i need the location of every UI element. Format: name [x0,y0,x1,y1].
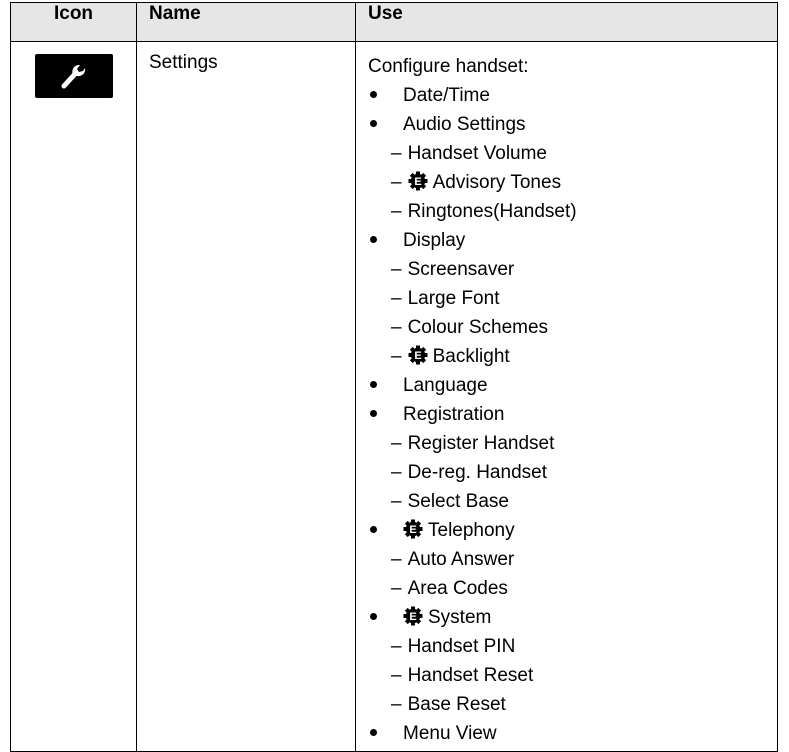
item-label: Colour Schemes [407,317,549,338]
table-row: Settings Configure handset: Date/Time Aud… [10,41,778,752]
dash-marker: – [391,259,402,280]
dash-marker: – [391,346,402,367]
settings-table: Icon Name Use Settings Configure handset… [10,2,778,752]
sub-item: – De-reg. Handset [368,458,777,487]
sub-item: – E Backlight [368,342,777,371]
item-label: Ringtones(Handset) [407,201,577,222]
item-label: Audio Settings [403,114,526,135]
dash-marker: – [391,694,402,715]
item-label: Date/Time [403,85,490,106]
name-cell: Settings [136,41,356,752]
bullet-icon [368,81,403,110]
sub-item: – Screensaver [368,255,777,284]
bullet-item: Date/Time [368,81,777,110]
use-cell: Configure handset: Date/Time Audio Settin… [355,41,778,752]
sub-item: – E Advisory Tones [368,168,777,197]
item-label: Large Font [407,288,500,309]
item-label: System [428,607,492,628]
sub-item: – Area Codes [368,574,777,603]
sub-item: – Auto Answer [368,545,777,574]
svg-text:E: E [409,524,416,536]
header-icon: Icon [10,2,137,42]
dash-marker: – [391,433,402,454]
item-label: Telephony [428,520,515,541]
sub-item: – Register Handset [368,429,777,458]
dash-marker: – [391,578,402,599]
bullet-icon [368,400,403,429]
dash-marker: – [391,317,402,338]
expert-mode-icon: E [408,345,428,365]
dash-marker: – [391,549,402,570]
bullet-icon [368,516,403,545]
bullet-icon [368,226,403,255]
item-label: Registration [403,404,505,425]
header-name: Name [136,2,356,42]
sub-item: – Large Font [368,284,777,313]
expert-mode-icon: E [403,606,423,626]
item-label: Screensaver [407,259,515,280]
dash-marker: – [391,288,402,309]
sub-item: – Ringtones(Handset) [368,197,777,226]
dash-marker: – [391,491,402,512]
dash-marker: – [391,201,402,222]
sub-item: – Handset Reset [368,661,777,690]
item-label: Display [403,230,466,251]
bullet-item: Display [368,226,777,255]
use-list: Date/Time Audio Settings – Handset Volume – E… [368,81,777,748]
dash-marker: – [391,462,402,483]
dash-marker: – [391,143,402,164]
bullet-item: Menu View [368,719,777,748]
item-label: Language [403,375,488,396]
bullet-item: Audio Settings [368,110,777,139]
bullet-item: E Telephony [368,516,777,545]
sub-item: – Handset Volume [368,139,777,168]
item-label: Select Base [407,491,509,512]
dash-marker: – [391,636,402,657]
header-row: Icon Name Use [10,2,778,42]
sub-item: – Base Reset [368,690,777,719]
item-label: De-reg. Handset [407,462,547,483]
svg-text:E: E [414,176,421,188]
item-label: Advisory Tones [432,172,562,193]
bullet-item: Language [368,371,777,400]
header-use: Use [355,2,778,42]
item-label: Auto Answer [407,549,515,570]
bullet-icon [368,719,403,748]
item-label: Base Reset [407,694,506,715]
bullet-icon [368,603,403,632]
bullet-item: E System [368,603,777,632]
svg-text:E: E [414,350,421,362]
bullet-icon [368,110,403,139]
dash-marker: – [391,172,402,193]
bullet-icon [368,371,403,400]
sub-item: – Colour Schemes [368,313,777,342]
sub-item: – Handset PIN [368,632,777,661]
item-label: Handset Volume [407,143,547,164]
wrench-icon [34,54,113,98]
dash-marker: – [391,665,402,686]
item-label: Handset PIN [407,636,516,657]
item-label: Handset Reset [407,665,534,686]
expert-mode-icon: E [403,519,423,539]
icon-cell [10,41,137,752]
sub-item: – Select Base [368,487,777,516]
item-label: Register Handset [407,433,555,454]
expert-mode-icon: E [408,171,428,191]
item-label: Backlight [432,346,510,367]
use-intro: Configure handset: [368,56,529,77]
item-label: Area Codes [407,578,508,599]
bullet-item: Registration [368,400,777,429]
svg-text:E: E [409,611,416,623]
